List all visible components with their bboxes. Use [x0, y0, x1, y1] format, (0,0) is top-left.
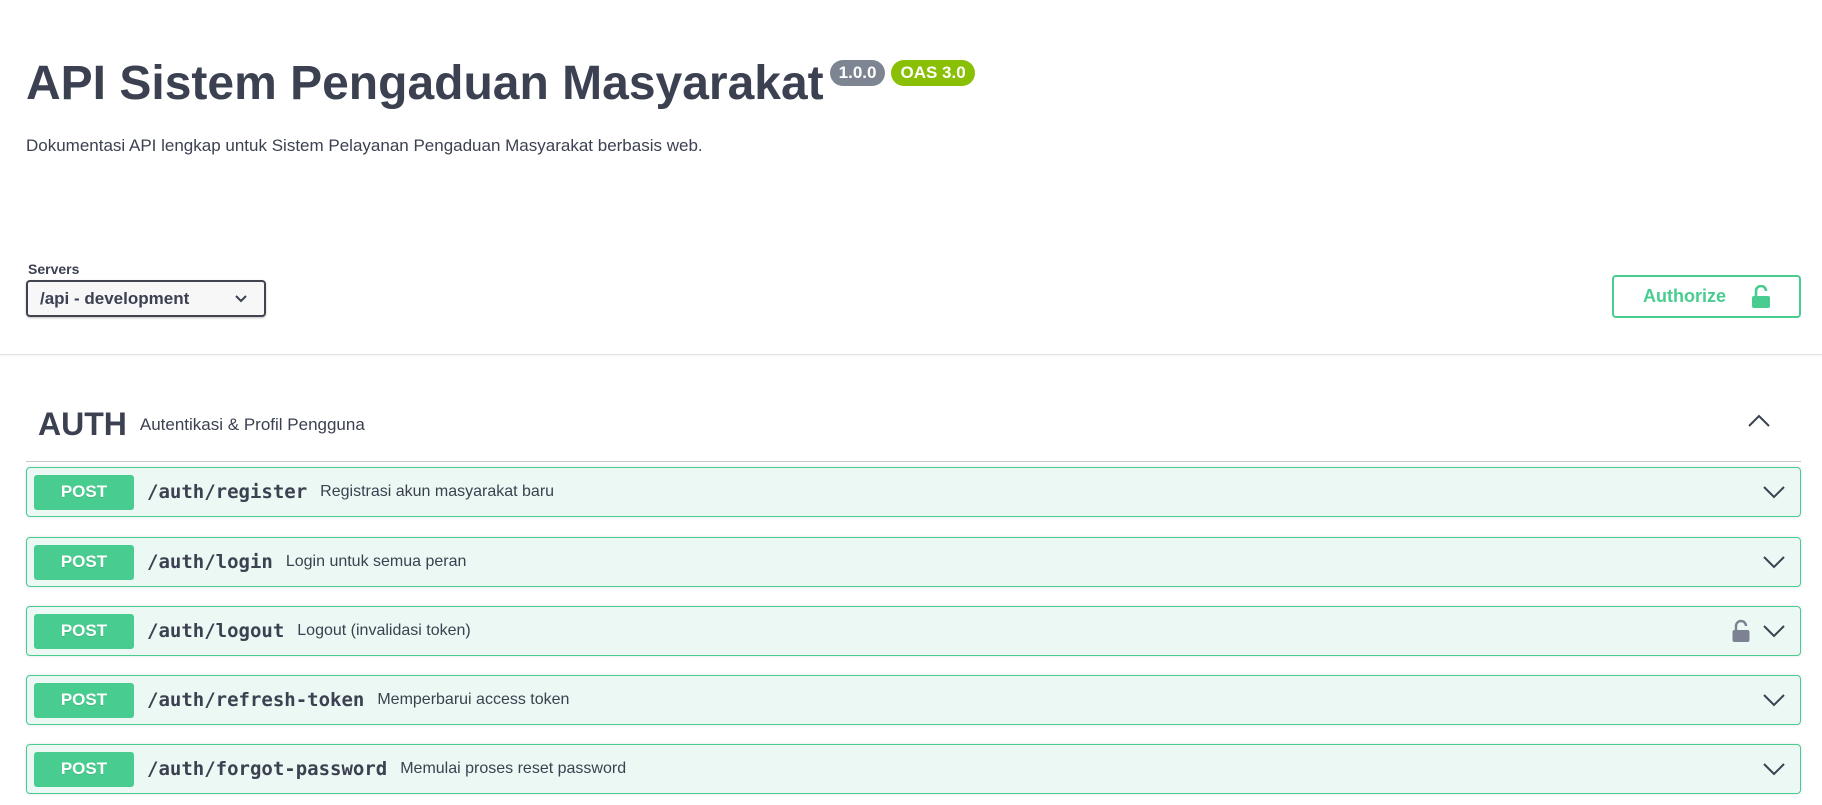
- method-badge: POST: [34, 613, 134, 649]
- oas-badge: OAS 3.0: [891, 60, 975, 86]
- operation-auth-logout[interactable]: POST /auth/logout Logout (invalidasi tok…: [26, 606, 1801, 656]
- operation-auth-register[interactable]: POST /auth/register Registrasi akun masy…: [26, 467, 1801, 517]
- api-info: API Sistem Pengaduan Masyarakat 1.0.0 OA…: [26, 56, 975, 112]
- chevron-down-icon[interactable]: [1762, 760, 1786, 778]
- chevron-down-icon[interactable]: [1762, 622, 1786, 640]
- chevron-up-icon[interactable]: [1747, 412, 1771, 430]
- chevron-down-icon[interactable]: [1762, 553, 1786, 571]
- operation-auth-login[interactable]: POST /auth/login Login untuk semua peran: [26, 537, 1801, 587]
- operation-path: /auth/register: [147, 481, 308, 503]
- method-badge: POST: [34, 544, 134, 580]
- authorize-button[interactable]: Authorize: [1612, 275, 1801, 318]
- unlocked-lock-icon: [1752, 285, 1770, 308]
- unlocked-lock-icon[interactable]: [1732, 619, 1750, 643]
- operation-path: /auth/logout: [147, 620, 285, 642]
- api-title: API Sistem Pengaduan Masyarakat: [26, 57, 824, 110]
- chevron-down-icon[interactable]: [1762, 691, 1786, 709]
- operation-path: /auth/refresh-token: [147, 689, 365, 711]
- chevron-down-icon[interactable]: [1762, 483, 1786, 501]
- operation-summary: Memulai proses reset password: [400, 760, 627, 777]
- tag-description: Autentikasi & Profil Pengguna: [139, 414, 365, 434]
- servers-label: Servers: [28, 261, 80, 277]
- operation-summary: Memperbarui access token: [377, 691, 570, 708]
- operation-auth-forgot-password[interactable]: POST /auth/forgot-password Memulai prose…: [26, 744, 1801, 794]
- tag-section-auth[interactable]: AUTH Autentikasi & Profil Pengguna: [26, 388, 1801, 462]
- method-badge: POST: [34, 751, 134, 787]
- servers-selected-value: /api - development: [40, 288, 190, 308]
- operation-path: /auth/login: [147, 551, 273, 573]
- tag-name: AUTH: [38, 406, 127, 442]
- operation-summary: Login untuk semua peran: [285, 553, 467, 570]
- operation-summary: Logout (invalidasi token): [297, 622, 471, 639]
- api-description: Dokumentasi API lengkap untuk Sistem Pel…: [26, 136, 703, 155]
- header-divider: [0, 354, 1822, 355]
- method-badge: POST: [34, 682, 134, 718]
- version-badge: 1.0.0: [829, 60, 886, 86]
- servers-select[interactable]: /api - development: [26, 280, 266, 317]
- operation-path: /auth/forgot-password: [147, 758, 388, 780]
- chevron-down-icon: [235, 295, 247, 303]
- operation-summary: Registrasi akun masyarakat baru: [320, 483, 555, 500]
- authorize-label: Authorize: [1643, 286, 1726, 306]
- operation-auth-refresh-token[interactable]: POST /auth/refresh-token Memperbarui acc…: [26, 675, 1801, 725]
- method-badge: POST: [34, 474, 134, 510]
